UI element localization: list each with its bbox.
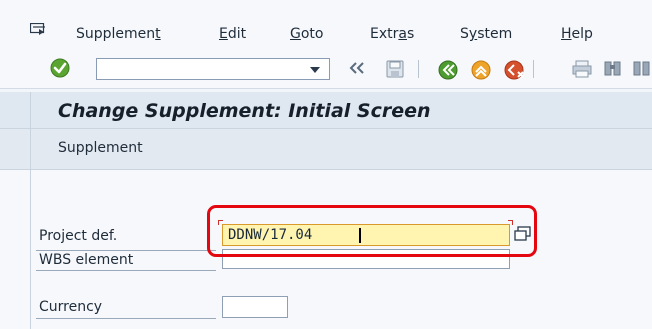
page-title: Change Supplement: Initial Screen [58, 100, 431, 122]
wbs-element-label: WBS element [39, 252, 134, 268]
find-icon[interactable] [603, 60, 623, 78]
menu-label: Extras [370, 26, 415, 42]
menu-edit[interactable]: Edit [219, 26, 246, 42]
label-underline [36, 250, 216, 251]
menu-label: Supplement [76, 26, 161, 42]
toolbar-separator [533, 60, 534, 78]
dropdown-arrow-icon[interactable] [310, 67, 320, 73]
currency-input[interactable] [222, 296, 288, 318]
menu-label: Help [561, 26, 593, 42]
menu-label: System [460, 26, 513, 42]
menu-mnemonic: a [398, 26, 407, 42]
menu-help[interactable]: Help [561, 26, 593, 42]
menu-mnemonic: E [219, 26, 228, 42]
project-def-label: Project def. [39, 228, 118, 244]
toolbar-separator [418, 60, 419, 78]
exit-icon[interactable] [470, 60, 492, 80]
annotation-highlight-box [207, 205, 537, 257]
menu-label: Goto [290, 26, 324, 42]
left-border-line [30, 92, 31, 329]
print-icon[interactable] [572, 60, 592, 78]
menu-mnemonic: t [155, 26, 161, 42]
double-chevron-left-icon[interactable] [348, 60, 366, 76]
currency-label: Currency [39, 299, 103, 315]
find-next-icon[interactable] [632, 60, 650, 78]
menu-goto[interactable]: Goto [290, 26, 323, 42]
supplement-button[interactable]: Supplement [58, 140, 143, 156]
menu-label: Edit [219, 26, 247, 42]
menu-mnemonic: H [561, 26, 572, 42]
menu-list-icon[interactable] [30, 23, 46, 37]
enter-check-icon[interactable] [48, 57, 72, 79]
label-underline [36, 318, 216, 319]
command-field[interactable] [96, 58, 330, 80]
label-underline [36, 270, 216, 271]
menu-mnemonic: G [290, 26, 301, 42]
menu-extras[interactable]: Extras [370, 26, 414, 42]
menu-mnemonic: y [468, 26, 478, 42]
save-icon[interactable] [386, 60, 404, 78]
back-icon[interactable] [437, 60, 459, 80]
cancel-icon[interactable] [504, 60, 526, 80]
menu-supplement[interactable]: Supplement [76, 26, 161, 42]
menu-system[interactable]: System [460, 26, 512, 42]
